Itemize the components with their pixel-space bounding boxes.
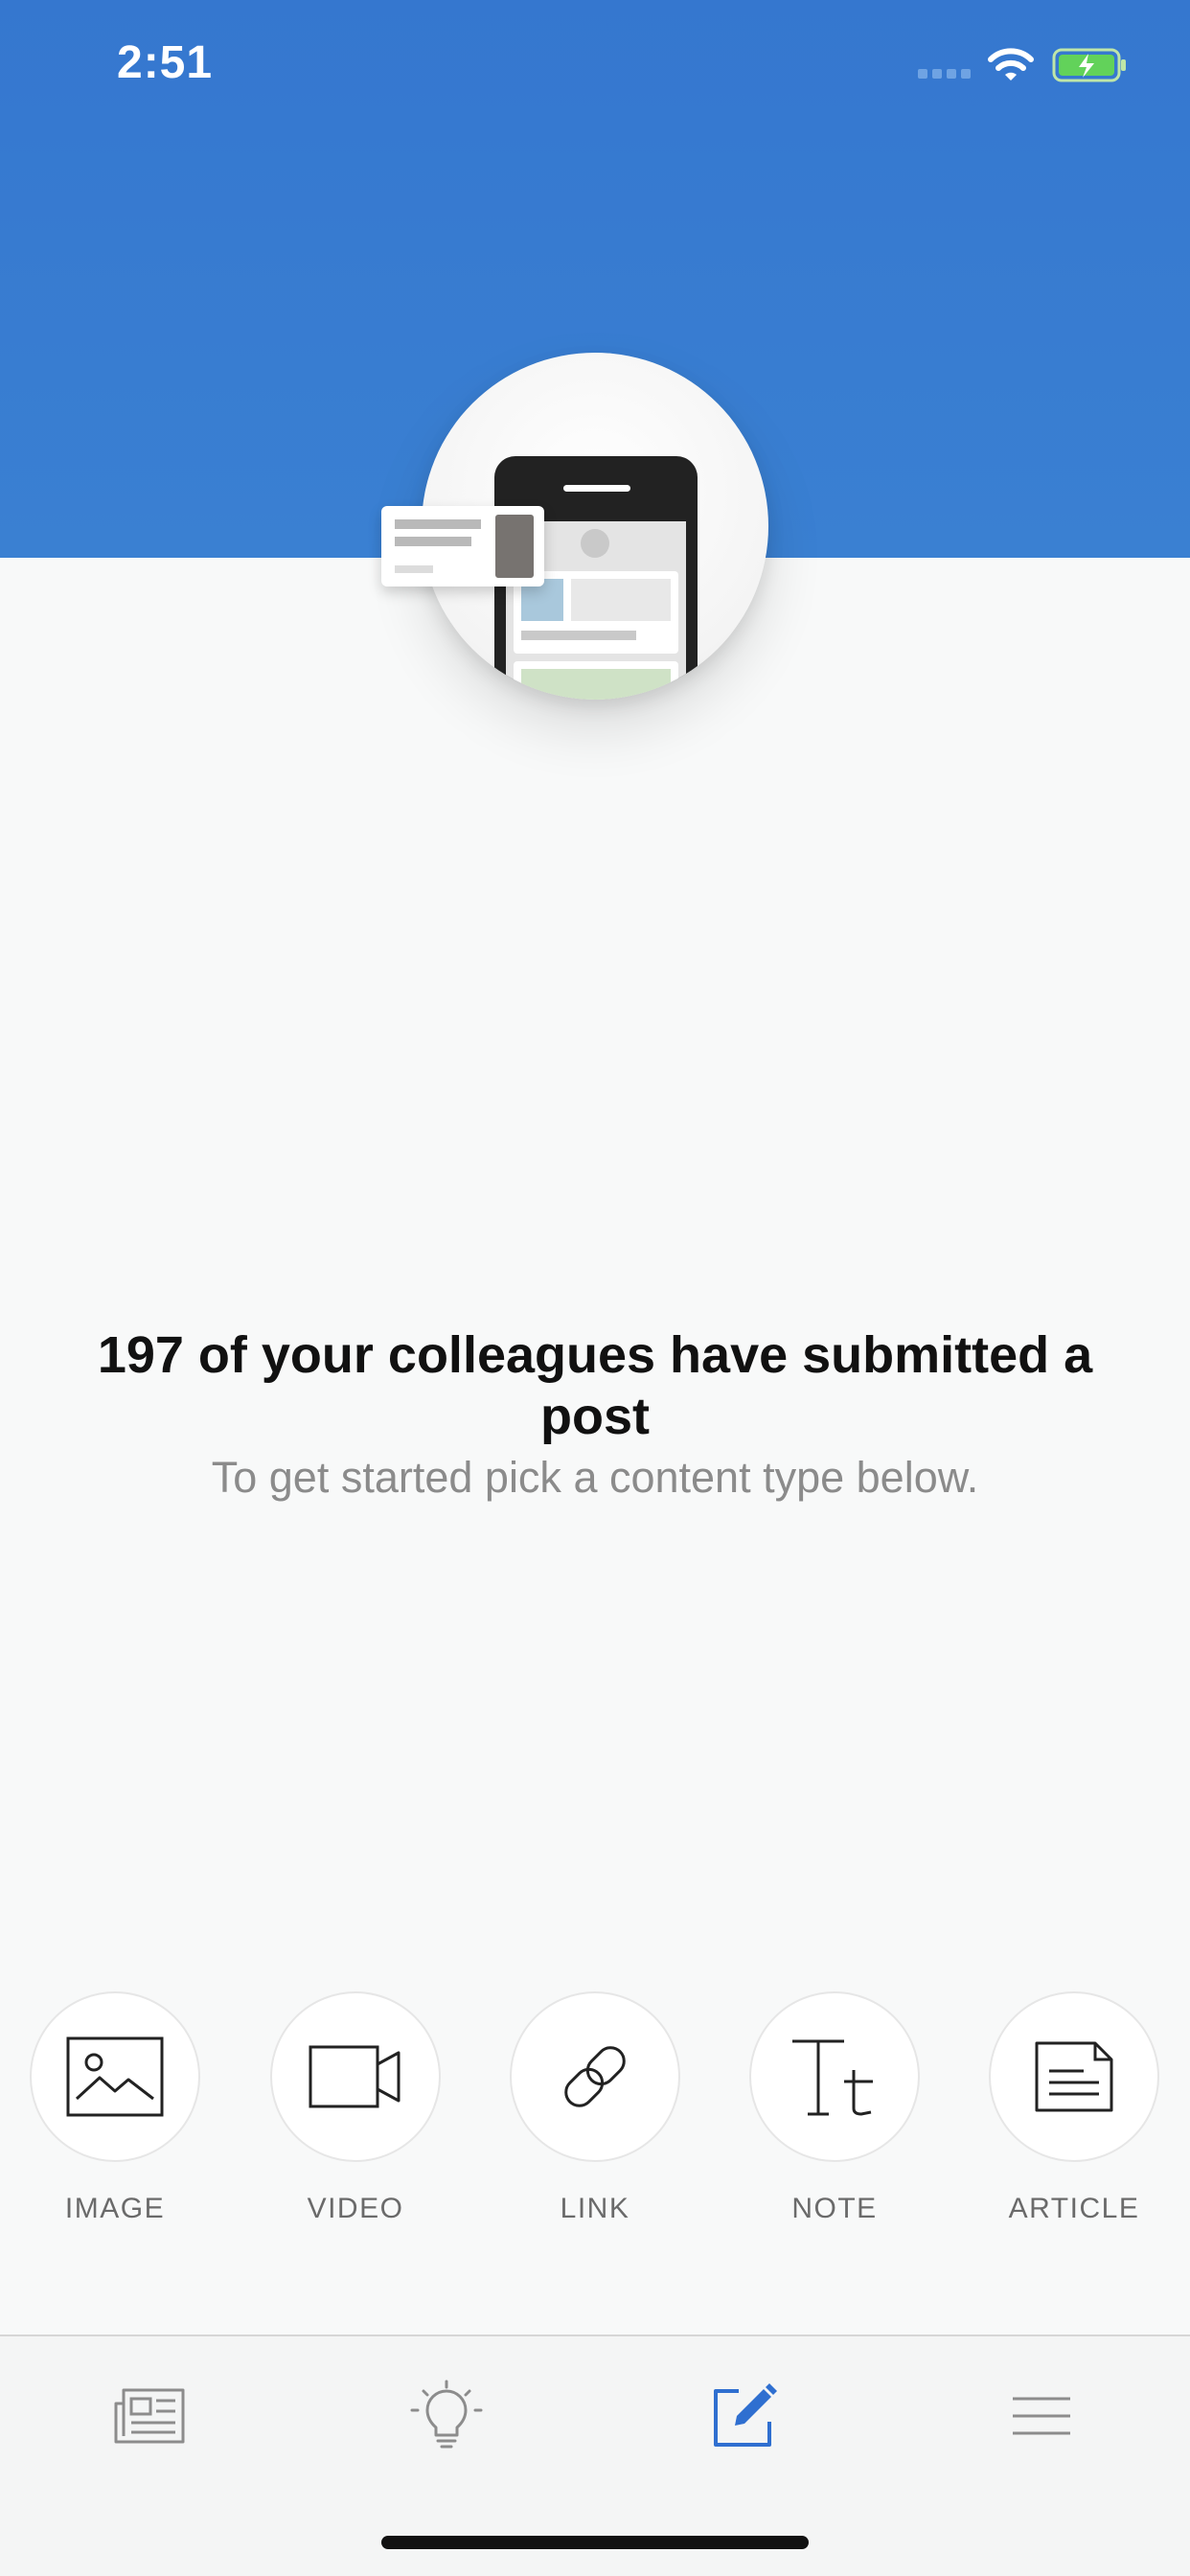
content-type-picker: IMAGE VIDEO LINK NOTE ARTICLE	[0, 1991, 1190, 2224]
content-type-circle[interactable]	[749, 1991, 920, 2162]
link-icon	[564, 2046, 626, 2107]
wifi-icon	[988, 48, 1034, 80]
menu-icon	[1013, 2397, 1070, 2435]
tab-news[interactable]	[96, 2373, 201, 2459]
content-type-image-button[interactable]: IMAGE	[19, 1991, 211, 2225]
phone-speaker	[563, 485, 630, 492]
compose-icon	[714, 2383, 777, 2447]
content-type-circle[interactable]	[989, 1991, 1159, 2162]
content-type-note-button[interactable]: NOTE	[739, 1991, 930, 2225]
content-type-label: NOTE	[791, 2193, 878, 2224]
newspaper-icon	[114, 2388, 185, 2444]
headline: 197 of your colleagues have submitted a …	[97, 1326, 1093, 1445]
content-type-article-button[interactable]: ARTICLE	[978, 1991, 1170, 2225]
floating-card-phone	[492, 512, 537, 581]
phone-post-text	[571, 579, 671, 621]
phone-post-card-2	[514, 661, 678, 700]
create-post-screen: 2:51 197 of your colleagues have submitt…	[0, 0, 1190, 2576]
content-type-circle[interactable]	[30, 1991, 200, 2162]
content-type-label: ARTICLE	[1008, 2193, 1140, 2224]
content-type-label: VIDEO	[307, 2193, 404, 2224]
content-type-video-button[interactable]: VIDEO	[260, 1991, 451, 2225]
cellular-signal-icon	[918, 69, 972, 80]
content-type-label: IMAGE	[64, 2193, 166, 2224]
article-icon	[1035, 2041, 1113, 2112]
floating-post-card	[381, 506, 544, 586]
home-indicator[interactable]	[381, 2536, 809, 2549]
video-icon	[309, 2045, 400, 2108]
battery-charging-icon	[1052, 48, 1126, 82]
floating-card-line	[395, 519, 481, 529]
phone-post-image	[521, 669, 671, 700]
floating-card-line	[395, 565, 433, 573]
subline: To get started pick a content type below…	[211, 1453, 979, 1502]
content-type-circle[interactable]	[270, 1991, 441, 2162]
tab-menu[interactable]	[989, 2373, 1094, 2459]
phone-post-line	[521, 631, 636, 640]
tab-compose[interactable]	[692, 2373, 797, 2459]
image-icon	[66, 2036, 164, 2117]
status-time: 2:51	[117, 37, 214, 88]
phone-avatar	[581, 529, 609, 558]
content-type-link-button[interactable]: LINK	[499, 1991, 691, 2225]
floating-card-line	[395, 537, 471, 546]
lightbulb-icon	[410, 2380, 483, 2449]
content-type-circle[interactable]	[510, 1991, 680, 2162]
note-text-icon	[792, 2039, 873, 2116]
tab-ideas[interactable]	[394, 2373, 499, 2459]
content-type-label: LINK	[560, 2193, 630, 2224]
